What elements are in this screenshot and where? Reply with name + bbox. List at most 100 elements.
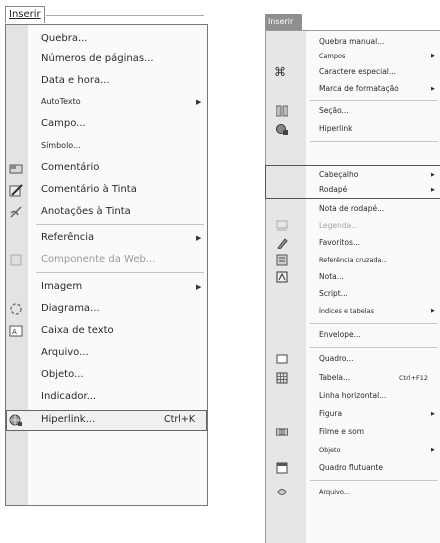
menu-item-imagem[interactable]: Imagem ▶ — [6, 277, 207, 297]
menu-item-label: Diagrama... — [41, 303, 100, 314]
movie-sound-icon — [275, 426, 289, 438]
menu-item-label: Referência — [41, 232, 95, 243]
menu-item-label: Componente da Web... — [41, 254, 156, 265]
diagram-icon — [9, 302, 23, 316]
ink-comment-icon — [9, 183, 23, 197]
menu-separator — [310, 323, 438, 324]
menu-item-figura[interactable]: Figura ▶ — [266, 406, 440, 422]
menu-item-quadro[interactable]: Quadro... — [266, 351, 440, 367]
menu-item-arquivo[interactable]: Arquivo... — [6, 343, 207, 363]
menu-separator — [36, 272, 204, 273]
menu-item-objeto[interactable]: Objeto... — [6, 365, 207, 385]
floating-frame-icon — [276, 462, 288, 474]
menu-item-indices-tabelas[interactable]: Índices e tabelas ▶ — [266, 303, 440, 319]
menu-item-hiperlink[interactable]: Hiperlink... Ctrl+K — [6, 410, 207, 430]
menu-item-quadro-flutuante[interactable]: Quadro flutuante — [266, 460, 440, 476]
text-box-icon: A — [9, 324, 23, 338]
menu-item-shortcut: Ctrl+K — [164, 414, 196, 425]
menu-item-label: Símbolo... — [41, 141, 81, 150]
menu-item-diagrama[interactable]: Diagrama... — [6, 299, 207, 319]
menu-item-data-hora[interactable]: Data e hora... — [6, 71, 207, 91]
caption-icon — [276, 220, 288, 232]
submenu-arrow-icon: ▶ — [431, 187, 435, 193]
menu-item-cabecalho[interactable]: Cabeçalho ▶ — [266, 167, 440, 183]
hyperlink-globe-icon — [9, 413, 23, 427]
menu-item-comentario-tinta[interactable]: Comentário à Tinta — [6, 180, 207, 200]
file-icon — [276, 486, 288, 498]
right-insert-menu: Quebra manual... Campos ▶ ⌘ Caractere es… — [265, 30, 440, 543]
menu-separator — [310, 100, 438, 101]
command-key-icon: ⌘ — [274, 65, 286, 79]
menu-item-campo[interactable]: Campo... — [6, 114, 207, 134]
menu-item-label: Comentário à Tinta — [41, 184, 137, 195]
menu-item-label: Indicador... — [41, 391, 97, 402]
menu-item-label: Nota... — [319, 272, 344, 281]
menu-item-referencia-cruzada[interactable]: Referência cruzada... — [266, 252, 440, 268]
menu-item-filme-som[interactable]: Filme e som — [266, 424, 440, 440]
menu-item-simbolo[interactable]: Símbolo... — [6, 136, 207, 156]
frame-icon — [276, 353, 288, 365]
menu-item-label: Índices e tabelas — [319, 307, 374, 315]
menu-item-hiperlink[interactable]: Hiperlink — [266, 121, 440, 137]
cross-reference-icon — [276, 254, 288, 266]
menu-item-label: Seção... — [319, 106, 349, 115]
menu-item-comentario[interactable]: Comentário — [6, 158, 207, 178]
menu-item-componente-web: Componente da Web... — [6, 250, 207, 270]
submenu-arrow-icon: ▶ — [431, 411, 435, 417]
menu-separator — [310, 347, 438, 348]
menu-item-envelope[interactable]: Envelope... — [266, 327, 440, 343]
menu-item-autotexto[interactable]: AutoTexto ▶ — [6, 92, 207, 112]
menu-item-referencia[interactable]: Referência ▶ — [6, 228, 207, 248]
menu-separator — [36, 224, 204, 225]
menu-item-label: Marca de formatação — [319, 84, 399, 93]
menu-item-label: Anotações à Tinta — [41, 206, 131, 217]
menu-item-legenda: Legenda... — [266, 218, 440, 234]
menu-item-label: AutoTexto — [41, 97, 81, 106]
menu-item-label: Comentário — [41, 162, 100, 173]
menu-item-linha-horizontal[interactable]: Linha horizontal... — [266, 388, 440, 404]
menu-item-label: Referência cruzada... — [319, 256, 388, 264]
submenu-arrow-icon: ▶ — [196, 98, 202, 106]
menu-item-anotacoes-tinta[interactable]: Anotações à Tinta — [6, 202, 207, 222]
ink-annotation-icon — [9, 205, 23, 219]
comment-icon — [9, 161, 23, 175]
menu-item-quebra[interactable]: Quebra... — [6, 29, 207, 49]
menu-item-script[interactable]: Script... — [266, 286, 440, 302]
section-icon — [275, 105, 289, 117]
menu-item-label: Números de páginas... — [41, 53, 154, 64]
menu-item-label: Quadro... — [319, 354, 354, 363]
menu-item-label: Caixa de texto — [41, 325, 114, 336]
menu-item-nota[interactable]: Nota... — [266, 269, 440, 285]
menu-item-label: Hiperlink — [319, 124, 353, 133]
menu-item-favoritos[interactable]: Favoritos... — [266, 235, 440, 251]
menu-item-objeto[interactable]: Objeto ▶ — [266, 442, 440, 458]
menu-item-nota-rodape[interactable]: Nota de rodapé... — [266, 201, 440, 217]
submenu-arrow-icon: ▶ — [431, 308, 435, 314]
submenu-arrow-icon: ▶ — [431, 86, 435, 92]
menu-item-label: Campo... — [41, 118, 86, 129]
right-menu-tab-inserir[interactable]: Inserir — [265, 14, 302, 30]
left-menu-tab-inserir[interactable]: Inserir — [5, 6, 204, 23]
menu-item-label: Campos — [319, 52, 346, 60]
menu-item-caixa-texto[interactable]: A Caixa de texto — [6, 321, 207, 341]
menu-item-indicador[interactable]: Indicador... — [6, 387, 207, 407]
menu-item-label: Script... — [319, 289, 348, 298]
menu-item-label: Quadro flutuante — [319, 463, 383, 472]
menu-item-label: Legenda... — [319, 221, 359, 230]
menu-item-rodape[interactable]: Rodapé ▶ — [266, 182, 440, 198]
menu-item-label: Arquivo... — [319, 488, 350, 496]
menu-item-caractere-especial[interactable]: ⌘ Caractere especial... — [266, 64, 440, 80]
web-component-icon — [9, 253, 23, 267]
left-insert-menu: Quebra... Números de páginas... Data e h… — [5, 24, 208, 506]
menu-item-numeros-paginas[interactable]: Números de páginas... — [6, 49, 207, 69]
menu-item-arquivo[interactable]: Arquivo... — [266, 484, 440, 500]
submenu-arrow-icon: ▶ — [431, 172, 435, 178]
menu-item-label: Imagem — [41, 281, 83, 292]
menu-item-campos[interactable]: Campos ▶ — [266, 48, 440, 64]
menu-item-secao[interactable]: Seção... — [266, 103, 440, 119]
menu-item-tabela[interactable]: Tabela... Ctrl+F12 — [266, 370, 440, 386]
submenu-arrow-icon: ▶ — [431, 447, 435, 453]
menu-item-label: Favoritos... — [319, 238, 361, 247]
menu-item-marca-formatacao[interactable]: Marca de formatação ▶ — [266, 81, 440, 97]
bookmark-icon — [276, 237, 288, 250]
